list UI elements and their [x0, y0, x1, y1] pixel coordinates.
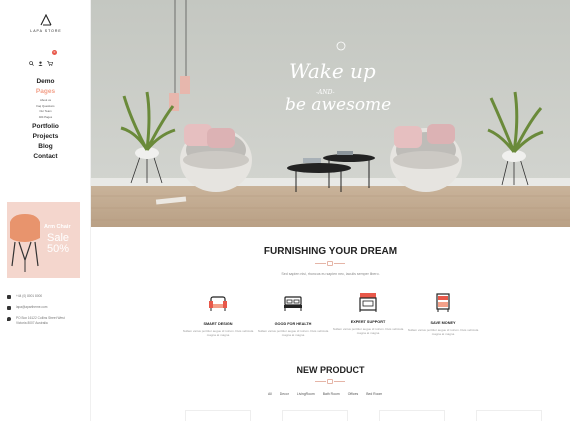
- furnishing-title: FURNISHING YOUR DREAM: [263, 246, 398, 257]
- main-nav: Demo Pages About us Faq Questions Our Te…: [0, 77, 91, 162]
- product-card[interactable]: [379, 410, 445, 421]
- nav-item-blog[interactable]: Blog: [0, 142, 91, 152]
- feature-desc: Nullam varius porttitor augue id rutrum.…: [257, 329, 329, 337]
- feature-title: GOOD FOR HEALTH: [274, 322, 312, 326]
- tab-decor[interactable]: Decor: [280, 392, 289, 396]
- nav-item-pages[interactable]: Pages: [0, 87, 91, 97]
- arm-chair-image: [10, 214, 40, 272]
- utility-bar: 0: [29, 50, 57, 71]
- new-product-divider: [315, 379, 345, 384]
- hero-banner: Wake up -AND- be awesome: [91, 0, 570, 227]
- furnishing-subtitle: Sed sapien nisi, rhoncus eu sapien nec, …: [281, 272, 380, 276]
- contact-phone: +44 (0) 8001 8000: [7, 294, 76, 299]
- location-icon: [7, 317, 11, 321]
- address-text: PO Box 16122 Collins Street West Victori…: [16, 316, 65, 325]
- armchair-icon: [209, 296, 227, 311]
- feature-save-money: SAVE MONEY Nullam varius porttitor augue…: [407, 293, 479, 336]
- nav-item-demo[interactable]: Demo: [0, 77, 91, 87]
- hero-image: Wake up -AND- be awesome: [91, 0, 570, 227]
- mail-icon: [7, 306, 11, 310]
- logo-icon: [40, 14, 52, 26]
- promo-percent: 50%: [47, 243, 70, 255]
- phone-icon: [7, 295, 11, 299]
- pages-submenu: About us Faq Questions Our Team 404 Page…: [0, 98, 91, 120]
- contact-info: +44 (0) 8001 8000 lapa@apartheme.com PO …: [7, 294, 76, 331]
- brand-name: LAPA STORE: [30, 29, 62, 33]
- product-category-tabs: All Decor LivingRoom Bath Room Offices B…: [268, 392, 382, 396]
- feature-smart-design: SMART DESIGN Nullam varius porttitor aug…: [182, 294, 254, 337]
- chair-right: [390, 124, 462, 192]
- search-icon[interactable]: [29, 53, 34, 71]
- promo-title: Arm Chair: [44, 224, 71, 230]
- feature-desc: Nullam varius porttitor augue id rutrum.…: [332, 327, 404, 335]
- contact-address: PO Box 16122 Collins Street West Victori…: [7, 316, 76, 325]
- submenu-item-404[interactable]: 404 Pages: [0, 115, 91, 121]
- tab-offices[interactable]: Offices: [348, 392, 359, 396]
- tab-bathroom[interactable]: Bath Room: [323, 392, 340, 396]
- new-product-title: NEW PRODUCT: [296, 365, 365, 375]
- product-card[interactable]: [185, 410, 251, 421]
- cart-count-badge: 0: [52, 50, 57, 55]
- nav-item-contact[interactable]: Contact: [0, 152, 91, 162]
- email-text[interactable]: lapa@apartheme.com: [16, 305, 76, 310]
- feature-title: SAVE MONEY: [430, 321, 456, 325]
- tab-all[interactable]: All: [268, 392, 272, 396]
- promo-banner[interactable]: Arm Chair Sale 50%: [7, 202, 80, 278]
- drawer-icon: [436, 293, 450, 312]
- furnishing-divider: [315, 261, 345, 266]
- cart-icon[interactable]: 0: [47, 50, 57, 71]
- nav-item-projects[interactable]: Projects: [0, 132, 91, 142]
- feature-good-for-health: GOOD FOR HEALTH Nullam varius porttitor …: [257, 294, 329, 337]
- phone-text[interactable]: +44 (0) 8001 8000: [16, 294, 76, 299]
- product-grid: [185, 410, 542, 421]
- feature-desc: Nullam varius porttitor augue id rutrum.…: [182, 329, 254, 337]
- feature-desc: Nullam varius porttitor augue id rutrum.…: [407, 328, 479, 336]
- wall-text-1: Wake up: [289, 59, 376, 83]
- product-card[interactable]: [282, 410, 348, 421]
- wall-text-3: be awesome: [285, 95, 391, 115]
- logo[interactable]: LAPA STORE: [28, 14, 64, 33]
- feature-expert-support: EXPERT SUPPORT Nullam varius porttitor a…: [332, 292, 404, 335]
- sidebar: LAPA STORE 0 Demo Pages About us Faq Que…: [0, 0, 91, 421]
- product-card[interactable]: [476, 410, 542, 421]
- feature-title: EXPERT SUPPORT: [350, 320, 386, 324]
- tab-livingroom[interactable]: LivingRoom: [297, 392, 315, 396]
- tab-bedroom[interactable]: Bed Room: [366, 392, 382, 396]
- feature-title: SMART DESIGN: [203, 322, 233, 326]
- nav-item-portfolio[interactable]: Portfolio: [0, 122, 91, 132]
- contact-email: lapa@apartheme.com: [7, 305, 76, 310]
- user-icon[interactable]: [38, 53, 43, 71]
- bed-icon: [284, 296, 302, 311]
- cabinet-icon: [359, 293, 377, 312]
